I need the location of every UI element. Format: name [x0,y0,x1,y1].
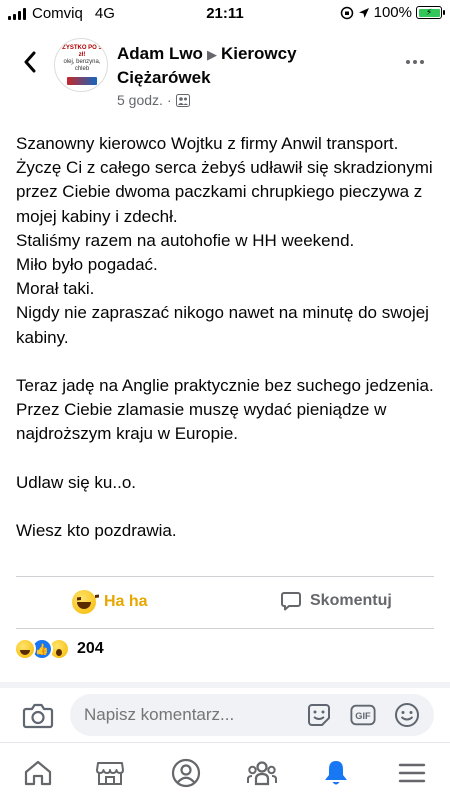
haha-reaction-icon [14,638,36,660]
post-paragraph: Przez Ciebie zlamasie muszę wydać pienią… [16,400,387,444]
gif-button[interactable]: GIF [350,703,376,727]
section-separator [0,682,450,688]
camera-icon [22,703,54,729]
nav-menu[interactable] [396,757,428,789]
avatar-logo: ZYSTKO PO 5 zł! olej, benzyna, chleb [59,45,105,85]
post-title-area: Adam Lwo ▶ Kierowcy Ciężarówek 5 godz. · [117,42,387,108]
haha-emoji-icon [72,590,96,614]
bottom-navigation [0,742,450,800]
nav-marketplace[interactable] [94,757,126,789]
battery-icon: ⚡ [416,6,445,19]
nav-home[interactable] [22,757,54,789]
reaction-count: 204 [77,640,104,657]
nav-groups[interactable] [246,757,278,789]
chevron-left-icon [24,51,36,73]
reaction-button[interactable]: Ha ha [72,590,148,614]
divider [16,576,434,577]
home-icon [24,760,52,786]
divider [16,628,434,629]
screen-rotation-lock-icon [340,6,353,19]
post-header: ZYSTKO PO 5 zł! olej, benzyna, chleb Ada… [0,34,450,114]
comment-button[interactable]: Skomentuj [280,590,392,612]
author-avatar[interactable]: ZYSTKO PO 5 zł! olej, benzyna, chleb [54,38,108,92]
comment-input[interactable] [70,694,434,736]
notifications-icon [325,761,347,785]
post-paragraph: Nigdy nie zapraszać nikogo nawet na minu… [16,303,429,347]
svg-text:GIF: GIF [355,711,371,721]
post-paragraph: Miło było pogadać. [16,255,158,275]
status-right: 100% ⚡ [340,4,445,21]
post-paragraph: Udlaw się ku..o. [16,472,136,492]
comment-label: Skomentuj [310,592,392,609]
back-button[interactable] [16,48,44,76]
avatar-text-1: ZYSTKO PO 5 zł! [62,45,102,58]
post-time[interactable]: 5 godz. [117,92,163,108]
nav-profile[interactable] [170,757,202,789]
reaction-label: Ha ha [104,593,148,610]
post-paragraph: Wiesz kto pozdrawia. [16,521,177,541]
profile-icon [171,758,201,788]
post-title: Adam Lwo ▶ Kierowcy Ciężarówek [117,42,387,89]
post-meta: 5 godz. · [117,92,387,108]
groups-icon [247,761,277,786]
post-paragraph: Szanowny kierowco Wojtku z firmy Anwil t… [16,134,433,226]
comment-bar: GIF [0,690,450,742]
more-options-button[interactable] [400,52,430,72]
location-icon [358,7,369,18]
emoji-icon [395,703,419,727]
nav-notifications[interactable] [320,757,352,789]
status-bar: Comviq 4G 21:11 100% ⚡ [0,0,450,28]
reactions-summary[interactable]: 👍 204 [14,638,104,660]
group-icon [175,93,190,107]
comment-icon [281,592,301,611]
author-name[interactable]: Adam Lwo [117,44,203,63]
avatar-graphic [67,77,97,85]
post-text: Szanowny kierowco Wojtku z firmy Anwil t… [16,132,436,543]
menu-icon [398,763,426,783]
gif-icon: GIF [350,704,376,726]
meta-separator: · [166,92,172,108]
emoji-button[interactable] [394,703,420,727]
marketplace-icon [96,762,124,785]
dot-icon [413,60,417,64]
dot-icon [406,60,410,64]
sticker-button[interactable] [306,703,332,727]
avatar-text-2: olej, benzyna, chleb [63,59,101,72]
dot-icon [420,60,424,64]
post-paragraph: Morał taki. [16,279,95,299]
battery-percent: 100% [373,4,412,21]
post-paragraph: Staliśmy razem na autohofie w HH weekend… [16,230,355,250]
post-paragraph: Teraz jadę na Anglie praktycznie bez suc… [16,376,434,396]
action-row: Ha ha Skomentuj [0,578,450,628]
arrow-right-icon: ▶ [206,47,217,62]
sticker-icon [308,704,330,726]
battery-fill: ⚡ [418,8,440,17]
camera-button[interactable] [22,702,54,730]
